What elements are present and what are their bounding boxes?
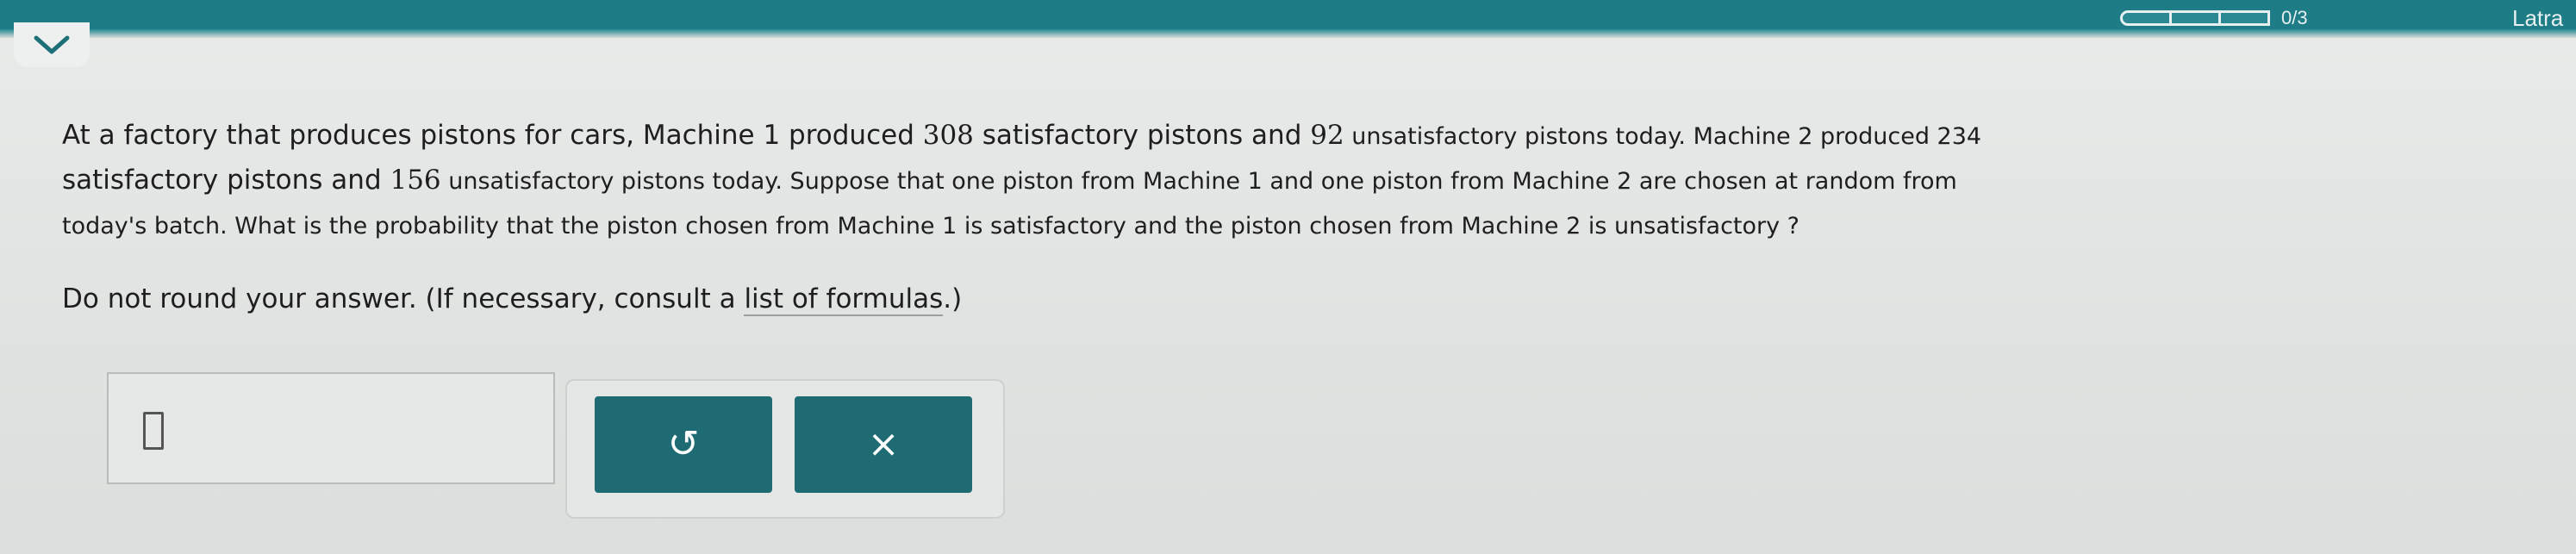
question-text-segment: satisfactory pistons and <box>973 120 1311 151</box>
question-text-segment: today's batch. What is the probability t… <box>62 213 1800 240</box>
question-text-segment: satisfactory pistons and <box>62 165 390 196</box>
progress-label: 0/3 <box>2281 7 2308 28</box>
undo-button[interactable]: ↺ <box>595 396 772 493</box>
instruction-text: Do not round your answer. (If necessary,… <box>62 277 962 321</box>
question-number: 308 <box>922 120 974 151</box>
question-text-segment: unsatisfactory pistons today. Machine 2 … <box>1344 123 1982 150</box>
clear-button[interactable]: × <box>795 396 972 493</box>
question-line-3: today's batch. What is the probability t… <box>62 203 2544 248</box>
close-icon: × <box>867 422 900 466</box>
question-text-segment: unsatisfactory pistons today. Suppose th… <box>440 168 1957 195</box>
side-link[interactable]: Latra <box>2512 5 2563 32</box>
input-placeholder-box <box>143 412 164 450</box>
question-line-2: satisfactory pistons and 156 unsatisfact… <box>62 159 2544 203</box>
collapse-button[interactable] <box>14 22 90 67</box>
instruction-prefix: Do not round your answer. (If necessary,… <box>62 283 745 314</box>
question-line-1: At a factory that produces pistons for c… <box>62 114 2544 159</box>
question-text-segment: At a factory that produces pistons for c… <box>62 120 923 151</box>
action-panel: ↺ × <box>565 379 1005 519</box>
progress-segment <box>2218 10 2270 26</box>
question-number: 156 <box>390 165 441 196</box>
instruction-suffix: .) <box>943 283 963 314</box>
undo-icon: ↺ <box>667 422 700 466</box>
question-text: At a factory that produces pistons for c… <box>62 114 2544 248</box>
top-bar: 0/3 Latra <box>0 0 2576 32</box>
formulas-link[interactable]: list of formulas <box>744 283 944 316</box>
progress-segment <box>2169 10 2221 26</box>
question-number: 92 <box>1310 120 1344 151</box>
progress-indicator: 0/3 <box>2120 7 2308 29</box>
top-bar-shadow <box>0 29 2576 38</box>
answer-input[interactable] <box>107 372 555 484</box>
progress-segment <box>2120 10 2172 26</box>
chevron-down-icon <box>34 35 70 54</box>
